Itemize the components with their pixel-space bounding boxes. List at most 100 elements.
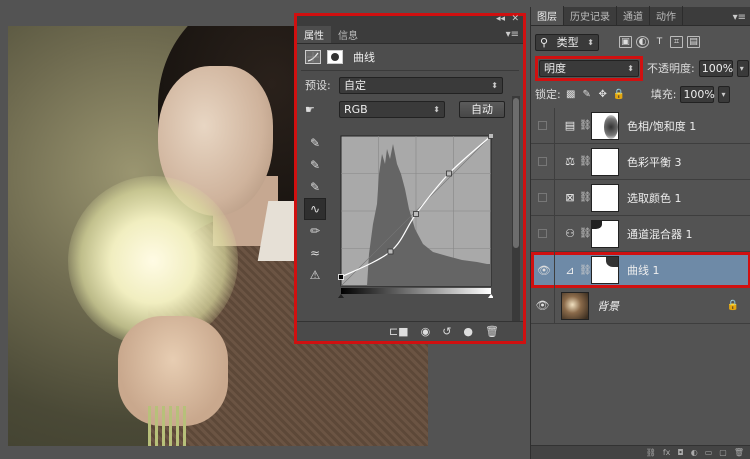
curves-svg[interactable] [337,133,494,304]
gray-point-eyedropper-icon[interactable]: ✎ [304,154,326,176]
curve-control-point[interactable] [488,133,494,139]
visibility-toggle[interactable] [531,143,555,180]
opacity-dropdown[interactable]: ▾ [736,59,749,77]
layer-name[interactable]: 色彩平衡 3 [627,154,682,170]
trash-icon[interactable]: 🗑 [485,325,499,338]
add-mask-icon[interactable]: ◘ [677,448,683,457]
link-icon[interactable]: ⛓ [579,156,592,167]
adjustment-filter-icon[interactable]: ◐ [636,36,649,48]
black-slider-handle[interactable] [338,294,344,298]
visibility-checkbox[interactable] [538,121,547,130]
blend-mode-select[interactable]: 明度 ⬍ [539,59,639,77]
visibility-checkbox[interactable] [538,193,547,202]
visibility-toggle[interactable] [531,179,555,216]
visibility-toggle[interactable]: 👁 [531,287,555,324]
link-layers-icon[interactable]: ⛓ [646,448,656,457]
type-filter-icon[interactable]: T [653,36,666,48]
chevron-down-icon: ▾ [721,89,726,99]
layer-color-balance[interactable]: ⚖ ⛓ 色彩平衡 3 [531,143,750,180]
lock-transparent-icon[interactable]: ▩ [565,88,577,100]
chevron-down-icon: ⬍ [587,37,594,47]
fill-input[interactable]: 100% [680,85,715,103]
layer-name[interactable]: 色相/饱和度 1 [627,118,696,134]
photo-stems [148,406,188,446]
layer-mask-icon[interactable] [327,50,343,64]
layer-mask-thumbnail[interactable] [591,256,619,284]
warning-icon[interactable]: ⚠ [304,264,326,286]
white-point-eyedropper-icon[interactable]: ✎ [304,176,326,198]
curve-control-point[interactable] [338,274,344,280]
link-icon[interactable]: ⛓ [579,265,592,276]
visibility-toggle[interactable] [531,215,555,252]
layer-name[interactable]: 曲线 1 [627,262,660,278]
tab-layers[interactable]: 图层 [531,6,564,25]
auto-button[interactable]: 自动 [459,100,505,118]
filter-type-select[interactable]: ⚲ 类型 ⬍ [535,33,599,51]
black-point-eyedropper-icon[interactable]: ✎ [304,132,326,154]
new-layer-icon[interactable]: ▢ [719,448,727,457]
smart-object-filter-icon[interactable]: ▤ [687,36,700,48]
tab-actions[interactable]: 动作 [650,6,683,25]
layer-name[interactable]: 通道混合器 1 [627,226,693,242]
visibility-toggle[interactable]: 👁 [534,252,555,288]
layer-mask-thumbnail[interactable] [591,147,619,176]
layer-name[interactable]: 背景 [597,298,619,314]
panel-menu-icon[interactable]: ▾≡ [729,10,750,25]
view-previous-icon[interactable]: ◉ [421,325,431,338]
panel-menu-icon[interactable]: ▾≡ [506,29,519,40]
lock-position-icon[interactable]: ✥ [597,88,609,100]
fx-icon[interactable]: fx [663,448,671,457]
search-icon: ⚲ [540,35,549,49]
clip-to-layer-icon[interactable]: ⊏■ [389,325,409,338]
layer-background[interactable]: 👁 背景 🔒 [531,287,750,324]
layer-selective-color[interactable]: ⊠ ⛓ 选取颜色 1 [531,179,750,216]
tab-channels[interactable]: 通道 [617,6,650,25]
layer-name[interactable]: 选取颜色 1 [627,190,682,206]
layer-channel-mixer[interactable]: ⚇ ⛓ 通道混合器 1 [531,215,750,252]
white-slider-handle[interactable] [488,294,494,298]
pixel-filter-icon[interactable]: ▣ [619,36,632,48]
link-icon[interactable]: ⛓ [579,192,592,203]
reset-icon[interactable]: ↺ [442,325,451,338]
curve-control-point[interactable] [413,211,419,217]
layer-mask-thumbnail[interactable] [591,219,619,248]
preset-select[interactable]: 自定 ⬍ [339,76,503,94]
new-group-icon[interactable]: ▭ [705,448,713,457]
tab-info[interactable]: 信息 [331,26,365,43]
curve-control-point[interactable] [446,170,452,177]
channel-select[interactable]: RGB ⬍ [339,100,445,118]
tab-properties[interactable]: 属性 [297,26,331,43]
fill-dropdown[interactable]: ▾ [718,85,731,103]
layer-mask-thumbnail[interactable] [591,183,619,212]
link-icon[interactable]: ⛓ [579,120,592,131]
shape-filter-icon[interactable]: ⌗ [670,36,683,48]
link-icon[interactable]: ⛓ [579,228,592,239]
new-adjustment-icon[interactable]: ◐ [691,448,698,457]
visibility-checkbox[interactable] [538,157,547,166]
double-chevron-icon[interactable]: ◂◂ [496,14,505,24]
layer-curves[interactable]: 👁 ⊿ ⛓ 曲线 1 [531,252,750,288]
opacity-input[interactable]: 100% [698,59,733,77]
background-thumbnail[interactable] [561,291,589,320]
lock-all-icon[interactable]: 🔒 [613,88,625,100]
close-icon[interactable]: ✕ [511,14,519,24]
tab-history[interactable]: 历史记录 [564,6,617,25]
curve-control-point[interactable] [387,248,394,255]
layer-hue-saturation[interactable]: ▤ ⛓ 色相/饱和度 1 [531,107,750,144]
curve-edit-icon[interactable]: ∿ [304,198,326,220]
pencil-icon[interactable]: ✏ [304,220,326,242]
curves-graph[interactable] [337,133,494,304]
smooth-icon[interactable]: ≈ [304,242,326,264]
eye-icon[interactable]: 👁 [537,264,551,277]
eye-icon[interactable]: 👁 [536,299,550,312]
visibility-checkbox[interactable] [538,229,547,238]
visibility-icon[interactable]: ● [463,325,473,338]
lock-image-icon[interactable]: ✎ [581,88,593,100]
curves-adjustment-icon[interactable] [305,50,321,64]
layer-mask-thumbnail[interactable] [591,111,619,140]
visibility-toggle[interactable] [531,107,555,144]
panel-scrollbar[interactable] [512,96,520,326]
scrollbar-thumb[interactable] [513,98,519,248]
hand-adjust-icon[interactable]: ☛ [305,103,333,116]
trash-icon[interactable]: 🗑 [734,448,744,457]
